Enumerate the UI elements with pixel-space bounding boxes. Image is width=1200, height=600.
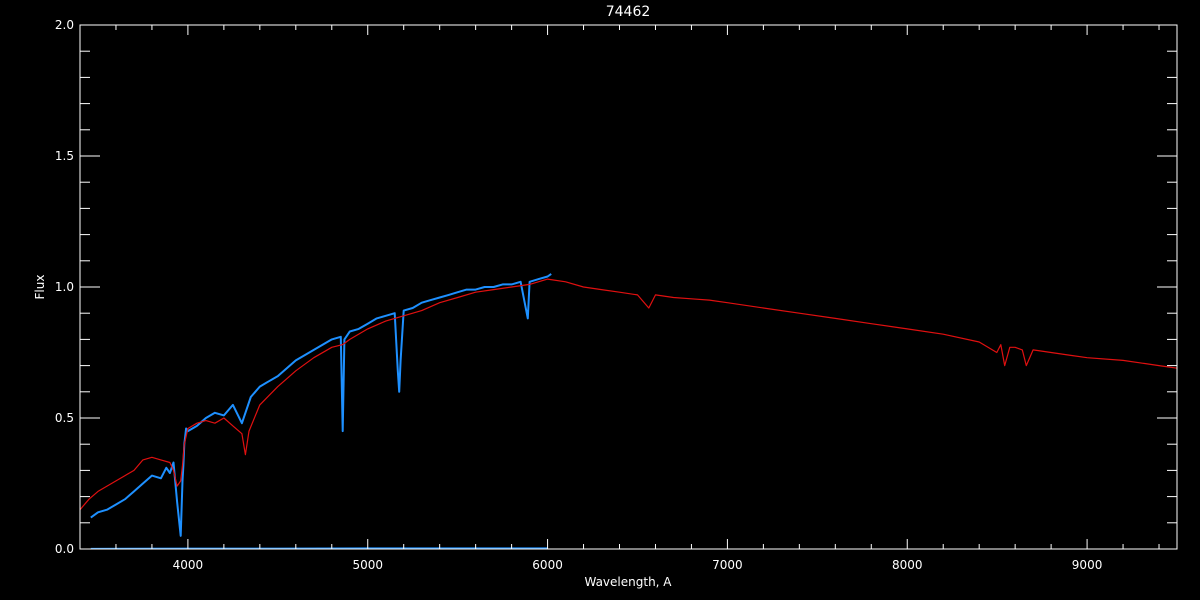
spectrum-chart: 74462 4000 5000 6000 7000 8000 9000 0.0 0.5 1.0 1… <box>0 0 1200 600</box>
x-axis-label: Wavelength, A <box>584 575 672 589</box>
x-tick-label: 5000 <box>352 558 383 572</box>
x-tick-label: 7000 <box>712 558 743 572</box>
x-tick-label: 6000 <box>532 558 563 572</box>
x-tick-label: 8000 <box>892 558 923 572</box>
y-axis-label: Flux <box>33 275 47 300</box>
chart-background <box>0 0 1200 600</box>
y-tick-label: 1.0 <box>55 280 74 294</box>
x-tick-label: 4000 <box>173 558 204 572</box>
y-tick-label: 2.0 <box>55 18 74 32</box>
chart-title: 74462 <box>606 4 651 20</box>
y-tick-label: 0.5 <box>55 411 74 425</box>
series-2-line <box>90 547 548 550</box>
x-tick-label: 9000 <box>1072 558 1103 572</box>
y-tick-label: 0.0 <box>55 542 74 556</box>
y-tick-label: 1.5 <box>55 149 74 163</box>
